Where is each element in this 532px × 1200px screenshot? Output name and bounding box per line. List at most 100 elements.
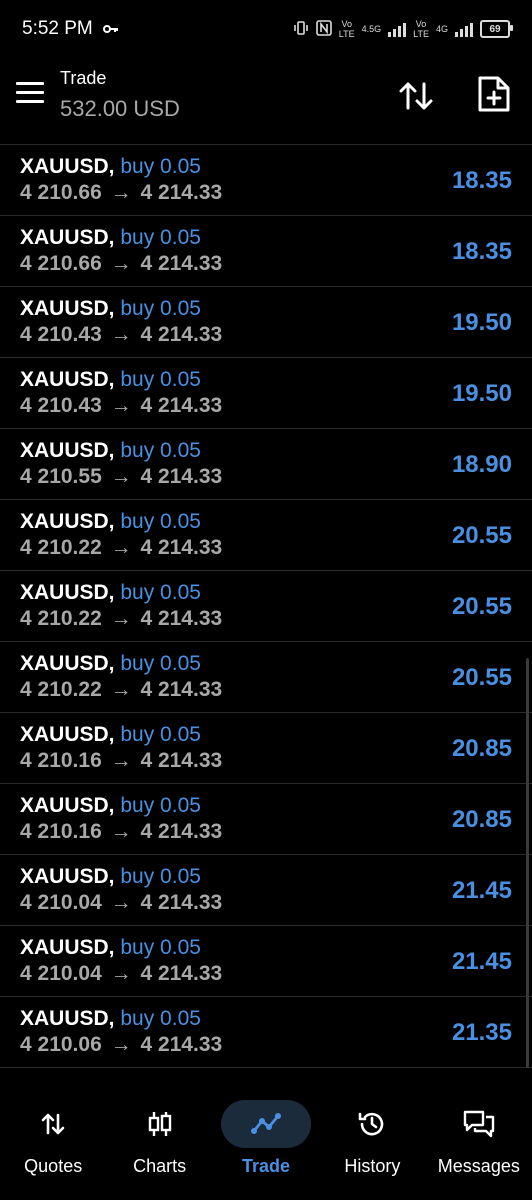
trade-prices: 4 210.43 → 4 214.33 <box>20 323 222 347</box>
arrow-right-icon: → <box>110 536 132 559</box>
trade-row[interactable]: XAUUSD, buy 0.05 4 210.43 → 4 214.33 19.… <box>0 358 532 429</box>
trade-title: XAUUSD, buy 0.05 <box>20 865 201 889</box>
trade-title: XAUUSD, buy 0.05 <box>20 794 201 818</box>
nav-messages-label: Messages <box>437 1156 520 1176</box>
open-price: 4 210.66 <box>20 252 102 275</box>
open-price: 4 210.22 <box>20 536 102 559</box>
menu-icon[interactable] <box>16 82 44 104</box>
trade-row[interactable]: XAUUSD, buy 0.05 4 210.16 → 4 214.33 20.… <box>0 784 532 855</box>
new-order-icon[interactable] <box>476 74 512 114</box>
charts-icon <box>148 1112 171 1136</box>
trade-side-volume: buy 0.05 <box>120 439 201 462</box>
nav-charts-label: Charts <box>133 1156 187 1176</box>
trade-row[interactable]: XAUUSD, buy 0.05 4 210.66 → 4 214.33 18.… <box>0 216 532 287</box>
nav-trade-icon-wrap <box>221 1100 312 1148</box>
trade-row[interactable]: XAUUSD, buy 0.05 4 210.04 → 4 214.33 21.… <box>0 926 532 997</box>
status-bar: 5:52 PM Vo LTE 4.5G Vo LTE 4G 69 <box>0 0 532 58</box>
trade-profit: 21.35 <box>451 1019 512 1046</box>
trade-symbol: XAUUSD, <box>20 865 115 888</box>
network-type-1: 4.5G <box>361 24 382 34</box>
open-price: 4 210.43 <box>20 323 102 346</box>
trade-profit: 20.55 <box>451 522 512 549</box>
trade-row[interactable]: XAUUSD, buy 0.05 4 210.22 → 4 214.33 20.… <box>0 571 532 642</box>
trade-row[interactable]: XAUUSD, buy 0.05 4 210.66 → 4 214.33 18.… <box>0 145 532 216</box>
trade-row[interactable]: XAUUSD, buy 0.05 4 210.06 → 4 214.33 21.… <box>0 997 532 1068</box>
trade-title: XAUUSD, buy 0.05 <box>20 155 201 179</box>
arrow-right-icon: → <box>110 252 132 275</box>
trade-title: XAUUSD, buy 0.05 <box>20 723 201 747</box>
trade-profit: 18.90 <box>451 451 512 478</box>
trade-profit: 19.50 <box>451 380 512 407</box>
nav-trade[interactable]: Trade <box>213 1072 319 1200</box>
trade-row[interactable]: XAUUSD, buy 0.05 4 210.43 → 4 214.33 19.… <box>0 287 532 358</box>
trade-side-volume: buy 0.05 <box>120 226 201 249</box>
sort-icon[interactable] <box>396 76 436 116</box>
nav-trade-label: Trade <box>242 1156 291 1176</box>
trade-side-volume: buy 0.05 <box>120 368 201 391</box>
trade-list: XAUUSD, buy 0.05 4 210.66 → 4 214.33 18.… <box>0 145 532 1068</box>
arrow-right-icon: → <box>110 678 132 701</box>
current-price: 4 214.33 <box>140 252 223 275</box>
trade-side-volume: buy 0.05 <box>120 794 201 817</box>
current-price: 4 214.33 <box>140 678 223 701</box>
arrow-right-icon: → <box>110 962 132 985</box>
status-right: Vo LTE 4.5G Vo LTE 4G 69 <box>293 19 513 39</box>
open-price: 4 210.16 <box>20 820 102 843</box>
current-price: 4 214.33 <box>140 323 223 346</box>
nav-charts[interactable]: Charts <box>106 1072 212 1200</box>
open-price: 4 210.43 <box>20 394 102 417</box>
trade-prices: 4 210.22 → 4 214.33 <box>20 678 222 702</box>
current-price: 4 214.33 <box>140 749 223 772</box>
trade-row[interactable]: XAUUSD, buy 0.05 4 210.16 → 4 214.33 20.… <box>0 713 532 784</box>
trade-row[interactable]: XAUUSD, buy 0.05 4 210.55 → 4 214.33 18.… <box>0 429 532 500</box>
volte-indicator-1: Vo LTE <box>339 19 355 39</box>
nav-history[interactable]: History <box>319 1072 425 1200</box>
trade-row[interactable]: XAUUSD, buy 0.05 4 210.22 → 4 214.33 20.… <box>0 500 532 571</box>
network-indicator-1: 4.5G <box>362 24 382 34</box>
battery-level: 69 <box>489 23 501 35</box>
trade-title: XAUUSD, buy 0.05 <box>20 297 201 321</box>
nav-quotes-label: Quotes <box>24 1156 83 1176</box>
open-price: 4 210.55 <box>20 465 102 488</box>
trade-row[interactable]: XAUUSD, buy 0.05 4 210.04 → 4 214.33 21.… <box>0 855 532 926</box>
history-icon <box>359 1112 384 1136</box>
trade-title: XAUUSD, buy 0.05 <box>20 510 201 534</box>
trade-prices: 4 210.55 → 4 214.33 <box>20 465 222 489</box>
current-price: 4 214.33 <box>140 536 223 559</box>
trade-prices: 4 210.04 → 4 214.33 <box>20 962 222 986</box>
trade-symbol: XAUUSD, <box>20 652 115 675</box>
trade-prices: 4 210.43 → 4 214.33 <box>20 394 222 418</box>
key-icon <box>102 18 119 40</box>
battery-icon: 69 <box>480 20 513 38</box>
account-balance: 532.00 USD <box>60 96 180 121</box>
trade-side-volume: buy 0.05 <box>120 723 201 746</box>
trade-prices: 4 210.04 → 4 214.33 <box>20 891 222 915</box>
trade-title: XAUUSD, buy 0.05 <box>20 936 201 960</box>
nav-quotes[interactable]: Quotes <box>0 1072 106 1200</box>
trade-symbol: XAUUSD, <box>20 439 115 462</box>
arrow-right-icon: → <box>110 607 132 630</box>
trade-symbol: XAUUSD, <box>20 226 115 249</box>
app-header: Trade 532.00 USD <box>0 58 532 145</box>
trade-prices: 4 210.16 → 4 214.33 <box>20 820 222 844</box>
arrow-right-icon: → <box>110 891 132 914</box>
trade-title: XAUUSD, buy 0.05 <box>20 652 201 676</box>
trade-symbol: XAUUSD, <box>20 155 115 178</box>
nav-history-icon-wrap <box>327 1100 417 1148</box>
trade-symbol: XAUUSD, <box>20 581 115 604</box>
arrow-right-icon: → <box>110 749 132 772</box>
vibrate-icon <box>293 20 309 39</box>
trade-row[interactable]: XAUUSD, buy 0.05 4 210.22 → 4 214.33 20.… <box>0 642 532 713</box>
trade-symbol: XAUUSD, <box>20 368 115 391</box>
trade-prices: 4 210.66 → 4 214.33 <box>20 181 222 205</box>
nav-messages[interactable]: Messages <box>426 1072 532 1200</box>
scrollbar[interactable] <box>526 658 529 1068</box>
nav-charts-icon-wrap <box>115 1100 205 1148</box>
status-time: 5:52 PM <box>22 18 93 39</box>
trade-side-volume: buy 0.05 <box>120 652 201 675</box>
trade-side-volume: buy 0.05 <box>120 936 201 959</box>
messages-icon <box>463 1110 495 1138</box>
current-price: 4 214.33 <box>140 394 223 417</box>
open-price: 4 210.22 <box>20 678 102 701</box>
trade-title: XAUUSD, buy 0.05 <box>20 1007 201 1031</box>
